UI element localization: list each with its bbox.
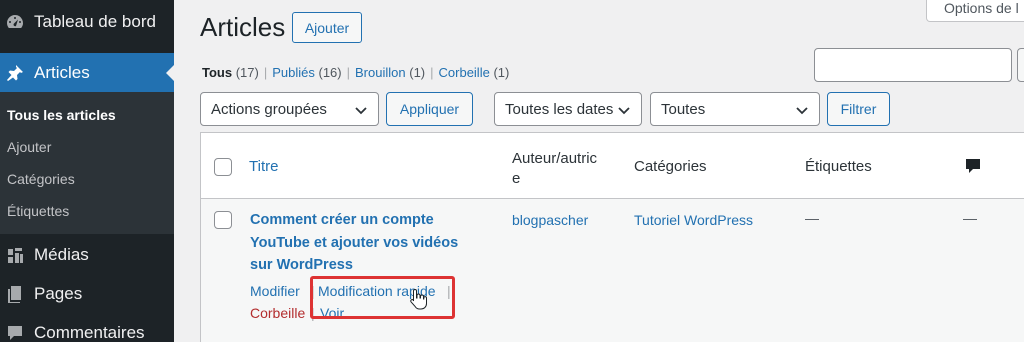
column-author-header: Auteur/autric e — [512, 149, 612, 189]
filter-separator: | — [430, 65, 434, 80]
select-all-checkbox[interactable] — [214, 158, 232, 176]
status-filter-links: Tous (17) | Publiés (16) | Brouillon (1) | Cor… — [202, 65, 509, 80]
row-action-edit[interactable]: Modifier — [250, 283, 300, 299]
bulk-actions-value: Actions groupées — [211, 100, 327, 118]
comment-bubble-icon — [5, 323, 25, 342]
menu-item-media[interactable]: Médias — [0, 238, 174, 272]
submenu-all-articles[interactable]: Tous les articles — [7, 107, 116, 123]
date-filter-value: Toutes les dates — [505, 100, 614, 118]
pages-icon — [5, 284, 25, 304]
filter-separator: | — [346, 65, 351, 80]
screen-options-button[interactable]: Options de l — [926, 0, 1024, 22]
menu-item-pages[interactable]: Pages — [0, 277, 174, 311]
hand-pointer-cursor-icon — [409, 288, 427, 310]
comments-column-icon[interactable] — [965, 157, 981, 175]
category-filter-select[interactable]: Toutes — [650, 92, 820, 126]
menu-label-media: Médias — [34, 245, 89, 264]
table-row: Comment créer un compte YouTube et ajout… — [201, 199, 1024, 342]
filter-trash[interactable]: Corbeille (1) — [439, 65, 510, 80]
submenu-categories[interactable]: Catégories — [7, 171, 75, 187]
filter-button[interactable]: Filtrer — [827, 92, 890, 126]
admin-sidebar: Tableau de bord Articles Tous les articl… — [0, 0, 174, 342]
articles-submenu: Tous les articles Ajouter Catégories Éti… — [0, 92, 174, 234]
menu-item-comments[interactable]: Commentaires — [0, 316, 174, 342]
page-title: Articles — [200, 12, 286, 42]
post-category-link[interactable]: Tutoriel WordPress — [634, 212, 753, 228]
date-filter-select[interactable]: Toutes les dates — [494, 92, 642, 126]
menu-item-articles[interactable]: Articles — [0, 53, 174, 92]
menu-label-dashboard: Tableau de bord — [34, 12, 156, 31]
post-author-link[interactable]: blogpascher — [512, 212, 588, 228]
filter-draft[interactable]: Brouillon (1) — [355, 65, 425, 80]
row-action-trash[interactable]: Corbeille — [250, 305, 305, 321]
row-checkbox[interactable] — [214, 211, 232, 229]
bulk-actions-select[interactable]: Actions groupées — [200, 92, 379, 126]
media-icon — [5, 245, 25, 265]
chevron-down-icon — [617, 103, 631, 117]
menu-item-dashboard[interactable]: Tableau de bord — [0, 4, 174, 40]
submenu-add-new[interactable]: Ajouter — [7, 139, 51, 155]
dashboard-gauge-icon — [5, 12, 25, 32]
table-header: Titre Auteur/autric e Catégories Étiquet… — [201, 133, 1024, 199]
post-title-link[interactable]: Comment créer un compte YouTube et ajout… — [250, 209, 480, 277]
filter-all[interactable]: Tous (17) — [202, 65, 259, 80]
menu-label-pages: Pages — [34, 284, 83, 303]
column-tags-header: Étiquettes — [805, 158, 872, 175]
quick-edit-highlight-box — [310, 276, 455, 319]
column-title-header[interactable]: Titre — [249, 158, 278, 175]
author-header-line1: Auteur/autric — [512, 150, 598, 167]
chevron-down-icon — [795, 103, 809, 117]
post-tags-empty: — — [805, 210, 819, 226]
search-button[interactable] — [1017, 48, 1024, 82]
column-categories-header: Catégories — [634, 158, 707, 175]
pushpin-icon — [5, 63, 25, 83]
filter-published[interactable]: Publiés (16) — [272, 65, 341, 80]
filter-separator: | — [263, 65, 268, 80]
menu-label-articles: Articles — [34, 62, 90, 82]
search-input[interactable] — [814, 48, 1012, 82]
apply-button[interactable]: Appliquer — [386, 92, 473, 126]
author-header-line2: e — [512, 170, 521, 187]
menu-label-comments: Commentaires — [34, 323, 145, 342]
submenu-tags[interactable]: Étiquettes — [7, 203, 69, 219]
post-comments-empty: — — [963, 210, 977, 226]
category-filter-value: Toutes — [661, 100, 706, 118]
add-new-button[interactable]: Ajouter — [292, 12, 362, 43]
chevron-down-icon — [354, 103, 368, 117]
